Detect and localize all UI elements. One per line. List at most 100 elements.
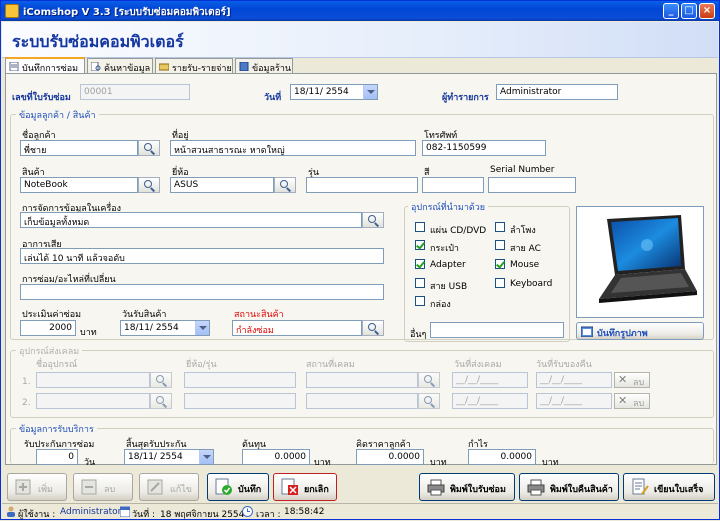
delete-button[interactable]: ลบ <box>73 473 133 501</box>
usb-cable-label: สาย USB <box>430 282 468 292</box>
checkbox-usb-cable[interactable] <box>415 278 425 288</box>
print-receipt-button[interactable]: พิมพ์ใบรับซ่อม <box>419 473 515 501</box>
printer-icon <box>527 479 545 496</box>
warranty-end-picker[interactable]: 18/11/ 2554 <box>124 449 214 465</box>
window-title: iComshop V 3.3 [ระบบรับซ่อมคอมพิวเตอร์] <box>23 7 231 18</box>
claim-2-device-search[interactable] <box>150 393 172 409</box>
claim-1-place-field[interactable] <box>306 372 418 388</box>
cancel-button[interactable]: ยกเลิก <box>273 473 337 501</box>
checkbox-adapter[interactable] <box>415 259 425 269</box>
customer-search-button[interactable] <box>138 140 160 156</box>
close-button[interactable]: × <box>699 3 715 19</box>
warranty-duration-field[interactable]: 0 <box>36 449 78 465</box>
claim-1-delete-button[interactable]: ✕ ลบ <box>614 372 650 388</box>
charge-field[interactable]: 0.0000 <box>356 449 424 465</box>
dropdown-arrow-icon[interactable] <box>363 85 377 99</box>
checkbox-cd-dvd[interactable] <box>415 222 425 232</box>
receipt-pen-icon <box>632 478 649 495</box>
checkbox-keyboard[interactable] <box>495 278 505 288</box>
print-return-button[interactable]: พิมพ์ใบคืนสินค้า <box>519 473 619 501</box>
search-icon <box>156 396 164 404</box>
tab-search[interactable]: ค้นหาข้อมูล <box>87 58 153 74</box>
brand-field[interactable]: ASUS <box>170 177 274 193</box>
address-field[interactable]: หน้าสวนสาธารณะ หาดใหญ่ <box>170 140 416 156</box>
claim-return-date-col: วันที่รับของคืน <box>536 360 592 370</box>
profit-field[interactable]: 0.0000 <box>468 449 536 465</box>
phone-field[interactable]: 082-1150599 <box>422 140 546 156</box>
cost-unit: บาท <box>314 458 331 468</box>
claim-1-return-date[interactable]: __/__/____ <box>536 372 612 388</box>
date-picker[interactable]: 18/11/ 2554 <box>290 84 378 100</box>
product-field[interactable]: NoteBook <box>20 177 138 193</box>
product-search-button[interactable] <box>138 177 160 193</box>
claim-2-place-search[interactable] <box>418 393 440 409</box>
checkbox-bag[interactable] <box>415 240 425 250</box>
operator-field[interactable]: Administrator <box>496 84 618 100</box>
save-button[interactable]: บันทึก <box>207 473 269 501</box>
printer-icon <box>427 479 445 496</box>
search-icon <box>144 143 152 151</box>
search-icon <box>156 375 164 383</box>
job-no-field[interactable]: 00001 <box>80 84 190 100</box>
claim-2-brand-field[interactable] <box>184 393 296 409</box>
serial-field[interactable] <box>488 177 576 193</box>
add-button[interactable]: เพิ่ม <box>7 473 67 501</box>
claim-1-place-search[interactable] <box>418 372 440 388</box>
book-icon <box>239 62 249 71</box>
tab-repair-record[interactable]: บันทึกการซ่อม <box>5 57 85 74</box>
checkbox-box[interactable] <box>415 296 425 306</box>
claim-device-col: ชื่ออุปกรณ์ <box>36 360 78 370</box>
warranty-duration-unit: วัน <box>84 458 96 468</box>
edit-button[interactable]: แก้ไข <box>139 473 199 501</box>
minimize-button[interactable]: _ <box>663 3 679 19</box>
brand-search-button[interactable] <box>274 177 296 193</box>
tab-shop-info[interactable]: ข้อมูลร้าน <box>235 58 293 74</box>
claim-2-return-date[interactable]: __/__/____ <box>536 393 612 409</box>
laptop-image <box>599 215 697 303</box>
claim-row-2-no: 2. <box>22 398 31 408</box>
status-user-value: Administrator <box>60 507 122 517</box>
claim-2-delete-button[interactable]: ✕ ลบ <box>614 393 650 409</box>
dropdown-arrow-icon[interactable] <box>195 321 209 335</box>
claim-2-place-field[interactable] <box>306 393 418 409</box>
product-status-field[interactable]: กำลังซ่อม <box>232 320 362 336</box>
tab-income-expense[interactable]: รายรับ-รายจ่าย <box>155 58 233 74</box>
claim-2-send-date[interactable]: __/__/____ <box>452 393 528 409</box>
x-icon: ✕ <box>618 394 628 407</box>
cd-dvd-label: แผ่น CD/DVD <box>430 226 487 236</box>
checkbox-mouse[interactable] <box>495 259 505 269</box>
claim-1-device-field[interactable] <box>36 372 150 388</box>
customer-name-field[interactable]: พี่ชาย <box>20 140 138 156</box>
speaker-label: ลำโพง <box>510 226 536 236</box>
estimate-field[interactable]: 2000 <box>20 320 76 336</box>
symptom-field[interactable]: เล่นได้ 10 นาที แล้วจอดับ <box>20 248 384 264</box>
checkbox-speaker[interactable] <box>495 222 505 232</box>
data-management-field[interactable]: เก็บข้อมูลทั้งหมด <box>20 212 362 228</box>
save-photo-button[interactable]: บันทึกรูปภาพ <box>576 322 704 340</box>
dropdown-arrow-icon[interactable] <box>199 450 213 464</box>
color-field[interactable] <box>422 177 484 193</box>
claim-2-device-field[interactable] <box>36 393 150 409</box>
receive-date-picker[interactable]: 18/11/ 2554 <box>120 320 210 336</box>
add-icon <box>15 479 31 495</box>
parts-field[interactable] <box>20 284 384 300</box>
other-field[interactable] <box>430 322 564 338</box>
status-search-button[interactable] <box>362 320 384 336</box>
search-doc-icon <box>91 62 101 71</box>
checkbox-ac-cable[interactable] <box>495 240 505 250</box>
search-icon <box>368 215 376 223</box>
claim-1-send-date[interactable]: __/__/____ <box>452 372 528 388</box>
estimate-unit: บาท <box>80 328 97 338</box>
claim-1-device-search[interactable] <box>150 372 172 388</box>
model-field[interactable] <box>306 177 418 193</box>
claim-1-brand-field[interactable] <box>184 372 296 388</box>
clock-icon <box>242 506 253 517</box>
send-claim-group-title: อุปกรณ์ส่งเคลม <box>16 344 83 358</box>
job-no-label: เลขที่ใบรับซ่อม <box>12 93 71 103</box>
write-receipt-button[interactable]: เขียนใบเสร็จ <box>623 473 715 501</box>
data-management-search-button[interactable] <box>362 212 384 228</box>
cost-field[interactable]: 0.0000 <box>242 449 310 465</box>
status-date-label: วันที่ : <box>132 510 156 520</box>
claim-row-1-no: 1. <box>22 377 31 387</box>
maximize-button[interactable]: □ <box>681 3 697 19</box>
